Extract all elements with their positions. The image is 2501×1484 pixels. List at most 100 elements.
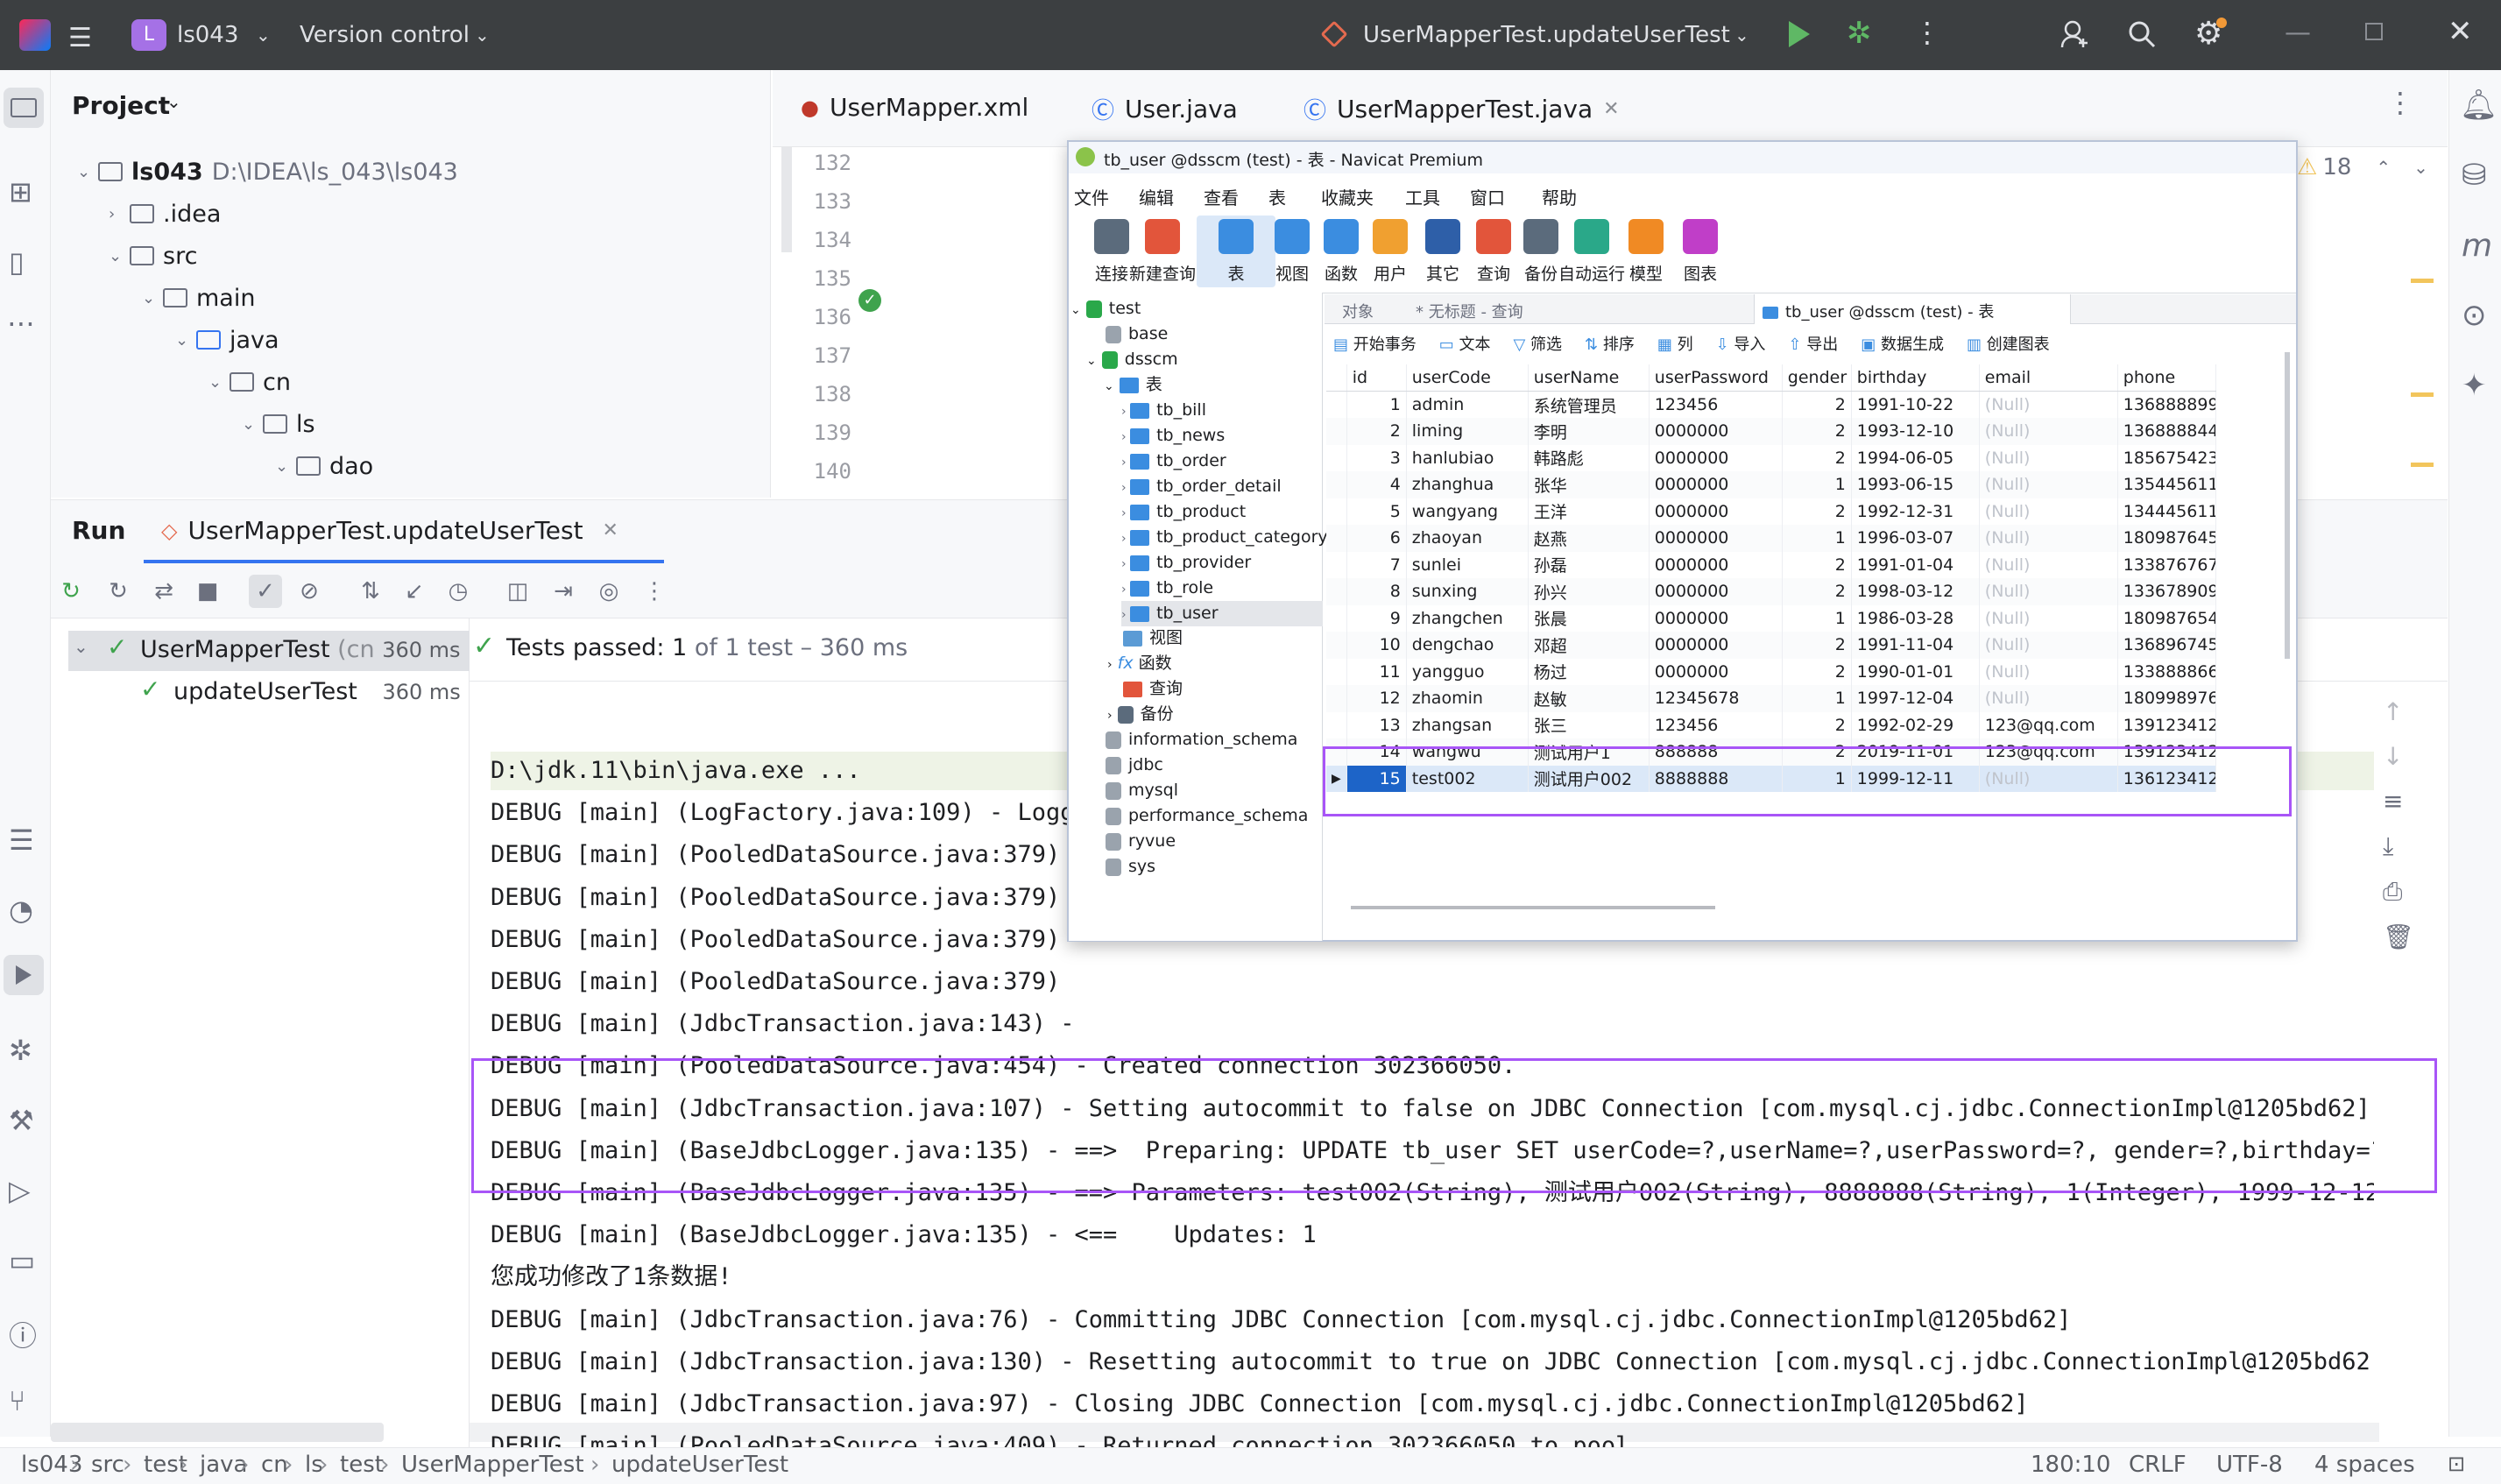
grid-cell[interactable]: (Null): [1979, 685, 2118, 712]
grid-cell[interactable]: (Null): [1979, 525, 2118, 552]
show-ignored-icon[interactable]: ⊘: [293, 575, 326, 608]
grid-cell[interactable]: zhaomin: [1406, 685, 1529, 712]
menu-window[interactable]: 窗口: [1470, 184, 1505, 209]
grid-cell[interactable]: 13689674534: [2117, 632, 2216, 659]
ai-assistant-icon[interactable]: ✦: [2462, 368, 2487, 403]
grid-cell[interactable]: 1991-10-22: [1851, 391, 1980, 418]
tree-node-src[interactable]: ⌄ src: [109, 238, 197, 273]
grid-cell[interactable]: (Null): [1979, 498, 2118, 525]
more-tools-icon[interactable]: ⋯: [7, 307, 35, 340]
grid-cell[interactable]: (Null): [1979, 658, 2118, 685]
menu-favorites[interactable]: 收藏夹: [1321, 184, 1374, 209]
grid-row[interactable]: 13 zhangsan 张三 123456 2 1992-02-29 123@qq.com 1…: [1326, 711, 2216, 738]
rerun-failed-icon[interactable]: ↻: [102, 575, 135, 608]
menu-table[interactable]: 表: [1268, 184, 1286, 209]
print-icon[interactable]: ⎙: [2383, 877, 2439, 907]
tree-functions[interactable]: › fx 函数: [1107, 651, 1172, 676]
grid-cell[interactable]: 2: [1782, 632, 1852, 659]
grid-cell[interactable]: 123456: [1649, 391, 1783, 418]
menu-edit[interactable]: 编辑: [1139, 184, 1174, 209]
grid-row[interactable]: 11 yangguo 杨过 0000000 2 1990-01-01 (Null) 13388…: [1326, 658, 2216, 685]
tree-node-java[interactable]: ⌄ java: [175, 322, 279, 357]
grid-row[interactable]: 6 zhaoyan 赵燕 0000000 1 1996-03-07 (Null) 180987…: [1326, 525, 2216, 552]
tree-db-item[interactable]: ryvue: [1106, 829, 1176, 854]
tree-node-idea[interactable]: › .idea: [109, 196, 221, 231]
more-icon[interactable]: ⋮: [2386, 86, 2414, 119]
action-5[interactable]: ⇩ 导入: [1716, 332, 1766, 355]
grid-cell[interactable]: 13688884457: [2117, 418, 2216, 445]
collapse-icon[interactable]: ↙: [398, 575, 431, 608]
grid-row[interactable]: 3 hanlubiao 韩路彪 0000000 2 1994-06-05 (Null) 185…: [1326, 444, 2216, 471]
tab-objects[interactable]: 对象: [1342, 300, 1374, 322]
readonly-lock-icon[interactable]: ⊡: [2448, 1452, 2465, 1476]
grid-cell[interactable]: 11: [1346, 658, 1407, 685]
action-0[interactable]: ▤ 开始事务: [1333, 332, 1417, 355]
tree-node-root[interactable]: ⌄ ls043 D:\IDEA\ls_043\ls043: [77, 154, 458, 189]
grid-cell[interactable]: 1991-01-04: [1851, 551, 1980, 578]
grid-cell[interactable]: 李明: [1528, 418, 1650, 445]
grid-row[interactable]: 5 wangyang 王洋 0000000 2 1992-12-31 (Null) 13444…: [1326, 498, 2216, 525]
grid-hscrollbar[interactable]: [1351, 906, 1715, 909]
grid-cell[interactable]: 2: [1782, 391, 1852, 418]
services-icon[interactable]: ▷: [9, 1174, 31, 1207]
grid-cell[interactable]: wangyang: [1406, 498, 1529, 525]
grid-cell[interactable]: zhanghua: [1406, 471, 1529, 498]
column-header-gender[interactable]: gender: [1782, 364, 1852, 392]
grid-cell[interactable]: 1986-03-28: [1851, 604, 1980, 632]
grid-cell[interactable]: 13688889999: [2117, 391, 2216, 418]
column-header-userName[interactable]: userName: [1528, 364, 1650, 392]
grid-cell[interactable]: (Null): [1979, 632, 2118, 659]
tree-backups[interactable]: › 备份: [1107, 702, 1174, 727]
toggle-auto-test-icon[interactable]: ⇄: [147, 575, 180, 608]
rerun-icon[interactable]: ↻: [54, 575, 88, 608]
export-icon[interactable]: ⇥: [547, 575, 580, 608]
tree-node-ls[interactable]: ⌄ ls: [242, 406, 315, 442]
tab-user-java[interactable]: Ⓒ User.java: [1092, 93, 1238, 125]
grid-cell[interactable]: 18099897657: [2117, 685, 2216, 712]
grid-row[interactable]: 4 zhanghua 张华 0000000 1 1993-06-15 (Null) 13544…: [1326, 471, 2216, 498]
problems-icon[interactable]: ⓘ: [9, 1314, 37, 1354]
tab-usermapper-xml[interactable]: ● UserMapper.xml: [801, 93, 1028, 122]
file-encoding[interactable]: UTF-8: [2216, 1452, 2283, 1478]
tool-1[interactable]: 新建查询: [1123, 216, 1202, 287]
action-3[interactable]: ⇅ 排序: [1585, 332, 1635, 355]
grid-row[interactable]: 8 sunxing 孙兴 0000000 2 1998-03-12 (Null) 133678…: [1326, 578, 2216, 605]
project-switcher[interactable]: ls043: [177, 0, 238, 70]
breadcrumb-item[interactable]: src: [91, 1452, 124, 1478]
close-tab-icon[interactable]: ✕: [603, 519, 618, 541]
grid-cell[interactable]: 7: [1346, 551, 1407, 578]
grid-cell[interactable]: 1: [1782, 685, 1852, 712]
close-tab-icon[interactable]: ✕: [1603, 98, 1619, 120]
grid-cell[interactable]: 2: [1782, 711, 1852, 738]
grid-cell[interactable]: (Null): [1979, 604, 2118, 632]
grid-cell[interactable]: 123456: [1649, 711, 1783, 738]
grid-cell[interactable]: (Null): [1979, 391, 2118, 418]
grid-cell[interactable]: yangguo: [1406, 658, 1529, 685]
debug-tool-icon[interactable]: ✲: [9, 1034, 32, 1067]
column-header-phone[interactable]: phone: [2117, 364, 2216, 392]
tree-table-item[interactable]: › tb_news: [1121, 423, 1225, 449]
arrow-up-icon[interactable]: ↑: [2383, 697, 2439, 726]
tree-connection-test[interactable]: ⌄ test: [1070, 296, 1141, 322]
breadcrumb-item[interactable]: test: [340, 1452, 384, 1478]
debug-icon[interactable]: ✲: [1847, 16, 1872, 51]
tab-usermappertest-java[interactable]: Ⓒ UserMapperTest.java ✕: [1303, 93, 1620, 125]
grid-vscrollbar[interactable]: [2285, 352, 2290, 659]
test-method-row[interactable]: updateUserTest 360 ms: [173, 678, 461, 705]
grid-cell[interactable]: 2: [1782, 551, 1852, 578]
action-7[interactable]: ▣ 数据生成: [1861, 332, 1944, 355]
grid-cell[interactable]: 0000000: [1649, 525, 1783, 552]
grid-cell[interactable]: 赵敏: [1528, 685, 1650, 712]
trash-icon[interactable]: 🗑︎: [2383, 922, 2439, 951]
grid-cell[interactable]: zhaoyan: [1406, 525, 1529, 552]
coverage-icon[interactable]: ◎: [592, 575, 625, 608]
grid-cell[interactable]: 王洋: [1528, 498, 1650, 525]
grid-cell[interactable]: zhangchen: [1406, 604, 1529, 632]
grid-cell[interactable]: 0000000: [1649, 551, 1783, 578]
grid-row[interactable]: 2 liming 李明 0000000 2 1993-12-10 (Null) 1368888…: [1326, 418, 2216, 445]
grid-cell[interactable]: dengchao: [1406, 632, 1529, 659]
history-icon[interactable]: ◷: [442, 575, 475, 608]
grid-cell[interactable]: 1: [1782, 471, 1852, 498]
warnings-indicator[interactable]: ⚠ 18 ⌃ ⌄: [2297, 154, 2428, 180]
tree-db-base[interactable]: base: [1106, 322, 1168, 347]
